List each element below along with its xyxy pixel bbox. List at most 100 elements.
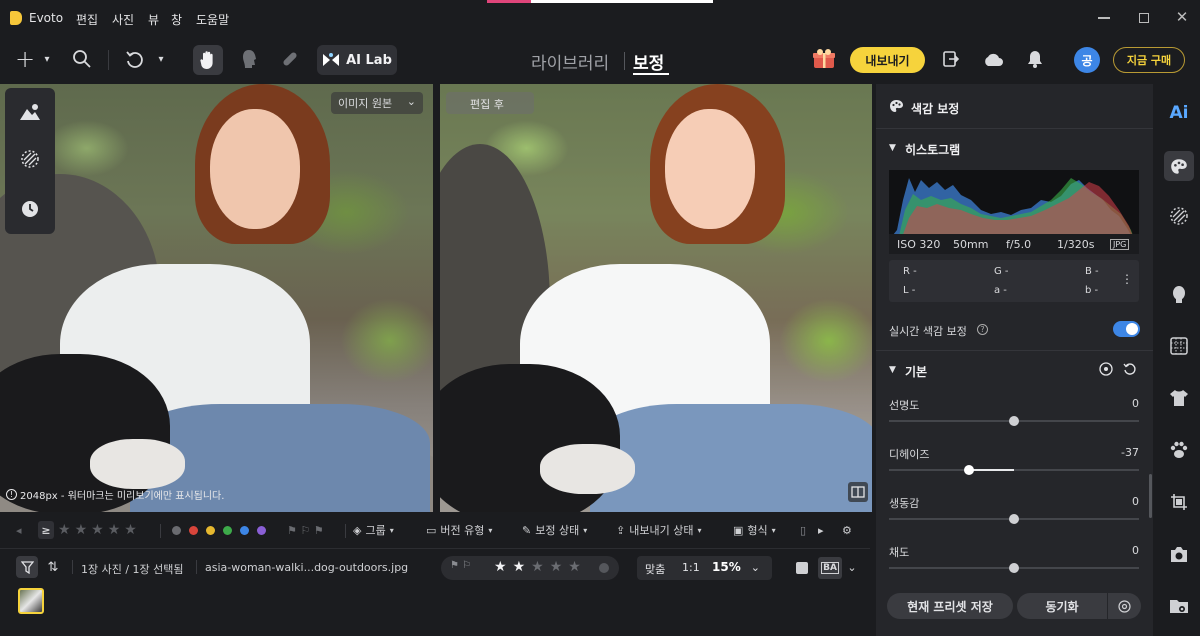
slider-value[interactable]: 0 [1132, 495, 1139, 508]
undo-dropdown-chevron-icon[interactable]: ▾ [154, 52, 168, 66]
slider-knob[interactable] [1009, 416, 1019, 426]
bandage-tool-icon[interactable] [279, 48, 301, 70]
folder-view-strip-icon[interactable] [1167, 594, 1191, 618]
triangle-person-tool-icon[interactable] [18, 100, 42, 124]
color-label-dot[interactable] [189, 525, 198, 535]
slider-knob[interactable] [1009, 563, 1019, 573]
before-view-select[interactable]: 이미지 원본 ⌄ [331, 92, 423, 114]
slider-track[interactable] [889, 465, 1139, 475]
filter-stars[interactable]: ★ ★ ★ ★ ★ [58, 522, 137, 538]
undo-icon[interactable] [124, 49, 146, 71]
close-icon[interactable]: ✕ [1174, 8, 1190, 26]
filter-settings-icon[interactable]: ⚙ [842, 522, 852, 538]
add-dropdown-chevron-icon[interactable]: ▾ [40, 52, 54, 66]
save-preset-button[interactable]: 현재 프리셋 저장 [887, 593, 1013, 619]
buy-now-button[interactable]: 지금 구매 [1113, 47, 1185, 73]
search-icon[interactable] [72, 49, 92, 69]
single-view-icon[interactable] [796, 562, 808, 574]
shirt-strip-icon[interactable] [1167, 386, 1191, 410]
menu-photo[interactable]: 사진 [112, 11, 134, 28]
slider-track[interactable] [889, 514, 1139, 524]
star-icon[interactable]: ★ [550, 559, 563, 575]
add-icon[interactable]: + [14, 45, 36, 73]
filter-prev-icon[interactable]: ◂ [16, 522, 22, 538]
format-filter[interactable]: ▣ 형식 ▾ [733, 522, 776, 538]
hand-tool-icon[interactable] [193, 45, 223, 75]
slider-value[interactable]: -37 [1121, 446, 1139, 459]
export-status-filter[interactable]: ⇪ 내보내기 상태 ▾ [616, 522, 701, 538]
panel-scrollbar[interactable] [1149, 474, 1152, 518]
star-icon[interactable]: ★ [513, 559, 526, 575]
view-mode-chevron-icon[interactable]: ⌄ [845, 560, 859, 574]
history-clock-icon[interactable] [18, 197, 42, 221]
slider-knob[interactable] [964, 465, 974, 475]
compare-view-icon[interactable] [848, 482, 868, 502]
crop-strip-icon[interactable] [1167, 490, 1191, 514]
rating-operator[interactable]: ≥ [38, 521, 54, 539]
color-label-dot[interactable] [240, 525, 249, 535]
bell-icon[interactable] [1025, 49, 1045, 69]
sync-button[interactable]: 동기화 [1017, 593, 1107, 619]
avatar[interactable]: 공 [1074, 47, 1100, 73]
slider-track[interactable] [889, 563, 1139, 573]
flag-filter[interactable]: ⚑ ⚐ ⚑ [287, 522, 324, 538]
photo-before[interactable] [0, 84, 433, 512]
paw-strip-icon[interactable] [1167, 438, 1191, 462]
color-label-dot[interactable] [206, 525, 215, 535]
group-filter[interactable]: ◈ 그룹 ▾ [353, 522, 394, 538]
minimize-icon[interactable] [1096, 10, 1112, 26]
export-sidebar-icon[interactable] [941, 49, 961, 69]
face-strip-icon[interactable] [1167, 282, 1191, 306]
face-tool-icon[interactable] [238, 48, 260, 70]
filter-funnel-button[interactable] [16, 556, 38, 578]
tab-retouch[interactable]: 보정 [633, 49, 664, 74]
filter-next-icon[interactable]: ▸ [818, 522, 824, 538]
gift-box-icon[interactable] [811, 47, 837, 71]
zoom-one-to-one-button[interactable]: 1:1 [682, 561, 700, 574]
restore-icon[interactable] [1136, 10, 1152, 26]
menu-help[interactable]: 도움말 [196, 11, 229, 28]
help-icon[interactable]: ? [977, 324, 988, 335]
color-label-dot[interactable] [223, 525, 232, 535]
color-label-dot[interactable] [257, 525, 266, 535]
grid-strip-icon[interactable] [1167, 334, 1191, 358]
slider-value[interactable]: 0 [1132, 544, 1139, 557]
color-label-dot[interactable] [172, 525, 181, 535]
ai-lab-button[interactable]: AI Lab [317, 45, 397, 75]
readout-menu-icon[interactable]: ⋮ [1121, 272, 1133, 286]
realtime-toggle[interactable] [1113, 321, 1140, 337]
version-filter[interactable]: ▭ 버전 유형 ▾ [426, 522, 492, 538]
color-label-dot[interactable] [599, 563, 609, 573]
star-icon[interactable]: ★ [568, 559, 581, 575]
slider-track[interactable] [889, 416, 1139, 426]
texture-strip-icon[interactable] [1167, 204, 1191, 228]
photo-rating-stars[interactable]: ★ ★ ★ ★ ★ [494, 559, 587, 575]
star-icon[interactable]: ★ [494, 559, 507, 575]
zoom-fit-button[interactable]: 맞춤 [645, 561, 665, 577]
color-label-filter[interactable] [172, 522, 266, 538]
before-after-view-icon[interactable]: BA [818, 557, 842, 579]
sync-settings-icon[interactable] [1108, 593, 1141, 619]
export-button[interactable]: 내보내기 [850, 47, 925, 73]
photo-after[interactable] [440, 84, 872, 512]
basic-collapse-icon[interactable]: ▼ [889, 365, 896, 375]
ai-tool-icon[interactable]: Ai [1167, 101, 1191, 125]
texture-tool-icon[interactable] [18, 147, 42, 171]
eye-icon[interactable] [1098, 361, 1114, 377]
color-palette-tool-icon[interactable] [1164, 151, 1194, 181]
status-filter[interactable]: ✎ 보정 상태 ▾ [522, 522, 587, 538]
menu-window[interactable]: 창 [171, 11, 182, 28]
sort-icon[interactable]: ⇅ [44, 558, 62, 576]
tab-library[interactable]: 라이브러리 [531, 49, 609, 74]
slider-value[interactable]: 0 [1132, 397, 1139, 410]
more-filter[interactable]: ▯ [800, 522, 806, 538]
menu-edit[interactable]: 편집 [76, 11, 98, 28]
filmstrip-thumbnail[interactable] [18, 588, 44, 614]
reset-icon[interactable] [1122, 361, 1138, 377]
slider-knob[interactable] [1009, 514, 1019, 524]
camera-strip-icon[interactable] [1167, 542, 1191, 566]
zoom-level-select[interactable]: 15% ⌄ [712, 560, 760, 574]
star-icon[interactable]: ★ [531, 559, 544, 575]
compare-divider[interactable] [433, 84, 440, 512]
cloud-icon[interactable] [981, 49, 1005, 69]
